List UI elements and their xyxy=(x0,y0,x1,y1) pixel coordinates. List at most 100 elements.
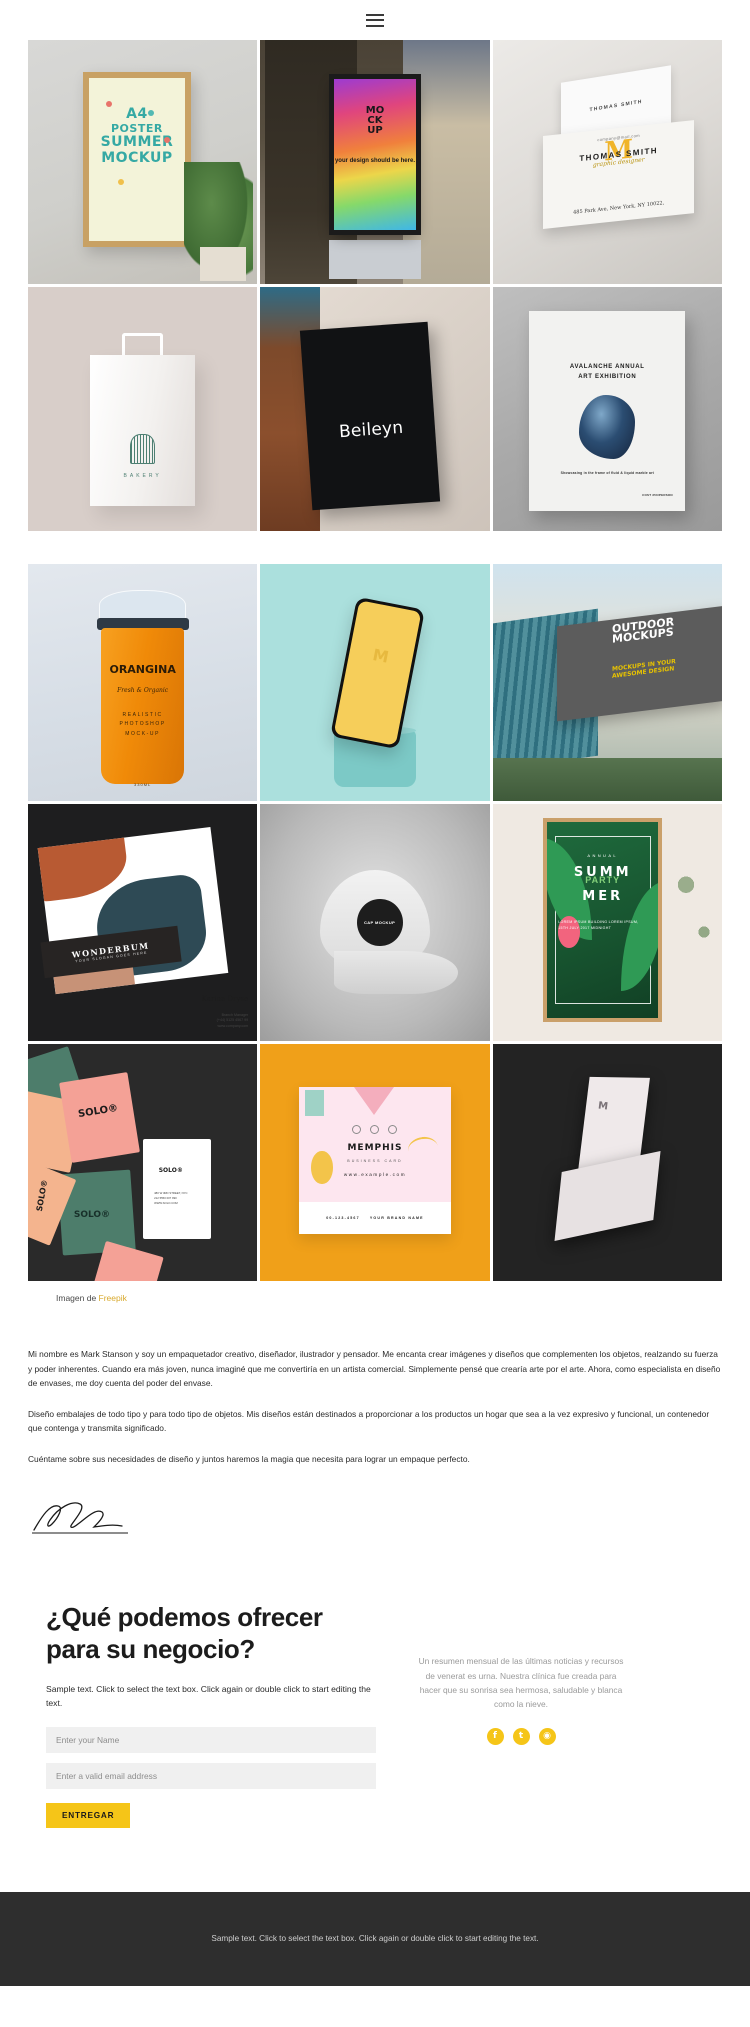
memphis-web: www.example.com xyxy=(343,1172,407,1178)
solo-card-white xyxy=(142,1138,212,1239)
memphis-phone: 00-123-4567 xyxy=(326,1215,360,1220)
liquid-marble-artwork xyxy=(579,395,636,460)
offer-heading-line-2: para su negocio? xyxy=(46,1633,255,1664)
cup-brand: ORANGINA xyxy=(109,663,176,677)
gallery-tile-dark-stationery[interactable]: M xyxy=(492,1044,722,1282)
billboard-title-3: UP xyxy=(367,124,383,136)
gallery-tile-bakery-bag[interactable]: BAKERY xyxy=(28,286,258,531)
screen-monogram: M xyxy=(371,644,391,667)
summer-annual: ANNUAL xyxy=(587,853,619,859)
gallery-tile-summer-poster[interactable]: ANNUAL SUMM PARTY MER LOREM IPSUM BUILDI… xyxy=(492,803,722,1042)
gallery-tile-cap-mockup[interactable]: CAP MOCKUP xyxy=(260,803,490,1042)
poster-sheet: AVALANCHE ANNUAL ART EXHIBITION Showcasi… xyxy=(529,311,686,512)
exhibition-title-1: AVALANCHE ANNUAL xyxy=(569,364,645,371)
instagram-icon[interactable]: ◉ xyxy=(538,1727,556,1745)
memphis-title: MEMPHIS xyxy=(347,1142,403,1153)
email-input[interactable] xyxy=(46,1763,376,1790)
cup-detail-1: REALISTIC xyxy=(122,711,163,718)
poster-line-2: POSTER xyxy=(111,121,163,135)
ground-decor xyxy=(492,758,722,801)
gallery-tile-wonderbum-cards[interactable]: WONDERBUM YOUR SLOGAN GOES HERE Karina D… xyxy=(28,803,258,1042)
gallery-tile-phone-podium[interactable]: M xyxy=(260,563,490,801)
freepik-link[interactable]: Freepik xyxy=(99,1293,127,1303)
gallery-tile-thomas-smith-card[interactable]: THOMAS SMITH company@mail.com M THOMAS S… xyxy=(492,40,722,284)
billboard-panel: MO CK UP your design should be here. xyxy=(333,79,417,231)
business-card-front: company@mail.com M THOMAS SMITH graphic … xyxy=(543,119,695,229)
paper-bag-body: BAKERY xyxy=(89,355,196,507)
cup-detail-2: PHOTOSHOP xyxy=(119,721,166,728)
exhibition-title: AVALANCHE ANNUAL ART EXHIBITION xyxy=(529,363,685,382)
offer-left-column: ¿Qué podemos ofrecer para su negocio? Sa… xyxy=(46,1602,376,1829)
solo-phone: 212 5550 007 990 xyxy=(154,1195,177,1200)
business-card-back-label: THOMAS SMITH xyxy=(589,98,643,114)
poster-line-1: A4 xyxy=(126,106,148,123)
wonderbum-web: www.company.com xyxy=(217,1023,249,1028)
hamburger-bar-2 xyxy=(366,19,384,21)
black-bag: Beileyn xyxy=(300,321,441,511)
gallery-tile-street-billboard[interactable]: MO CK UP your design should be here. xyxy=(260,40,490,284)
offer-section: ¿Qué podemos ofrecer para su negocio? Sa… xyxy=(0,1538,750,1829)
exhibition-price: COST 350/PERSON xyxy=(642,493,673,498)
gallery-tile-avalanche-poster[interactable]: AVALANCHE ANNUAL ART EXHIBITION Showcasi… xyxy=(492,286,722,531)
gallery-tile-outdoor-billboard[interactable]: OUTDOOR MOCKUPS MOCKUPS IN YOUR AWESOME … xyxy=(492,563,722,801)
footer-text: Sample text. Click to select the text bo… xyxy=(211,1934,539,1944)
cap-badge: CAP MOCKUP xyxy=(356,898,403,947)
solo-card-pink xyxy=(58,1072,140,1163)
cup-volume: 330ML xyxy=(134,781,152,787)
wonderbum-phone: (+44) 5125 4567 99 xyxy=(216,1018,249,1023)
memphis-card-footer: 00-123-4567 YOUR BRAND NAME xyxy=(299,1201,451,1234)
image-credit: Imagen de Freepik xyxy=(28,1281,722,1303)
credit-prefix: Imagen de xyxy=(56,1293,99,1304)
memphis-square-decor xyxy=(305,1089,324,1117)
poster-canvas: A4 POSTER SUMMER MOCKUP xyxy=(89,77,185,242)
cup-detail-3: MOCK-UP xyxy=(125,730,161,737)
cap-badge-text: CAP MOCKUP xyxy=(363,919,396,925)
grid-gap xyxy=(0,531,750,564)
offer-heading: ¿Qué podemos ofrecer para su negocio? xyxy=(46,1602,376,1665)
offer-lead-text: Sample text. Click to select the text bo… xyxy=(46,1684,371,1709)
gallery-tile-a4-poster[interactable]: A4 POSTER SUMMER MOCKUP xyxy=(28,40,258,284)
wonderbum-contact: Branch Manager (+44) 5125 4567 99 www.co… xyxy=(217,1013,248,1029)
cup-tagline: Fresh & Organic xyxy=(117,686,169,694)
exhibition-title-2: ART EXHIBITION xyxy=(578,373,637,380)
gallery-tile-orangina-cup[interactable]: ORANGINA Fresh & Organic REALISTIC PHOTO… xyxy=(28,563,258,801)
signature-mark xyxy=(32,1502,128,1534)
smartphone-device: M xyxy=(329,596,425,750)
phone-screen: M xyxy=(333,599,422,746)
poster-line-4: MOCKUP xyxy=(101,149,173,166)
eucalyptus-decor xyxy=(662,827,722,1018)
bakery-brand: BAKERY xyxy=(123,472,162,479)
gallery-tile-memphis-card[interactable]: MEMPHIS BUSINESS CARD www.example.com 00… xyxy=(260,1044,490,1282)
site-header xyxy=(0,0,750,40)
poster-frame: ANNUAL SUMM PARTY MER LOREM IPSUM BUILDI… xyxy=(543,818,663,1023)
gallery-tile-beileyn-bag[interactable]: Beileyn xyxy=(260,286,490,531)
submit-button[interactable]: ENTREGAR xyxy=(46,1803,131,1829)
poster-text: A4 POSTER SUMMER MOCKUP xyxy=(89,106,185,166)
social-links: f t ◉ xyxy=(416,1727,626,1745)
offer-aside-text: Un resumen mensual de las últimas notici… xyxy=(418,1656,624,1710)
mail-icon xyxy=(370,1125,380,1135)
twitter-icon[interactable]: t xyxy=(512,1727,530,1745)
cup-details: REALISTIC PHOTOSHOP MOCK-UP xyxy=(28,711,257,740)
summer-line-2: MER xyxy=(582,888,624,904)
name-input[interactable] xyxy=(46,1727,376,1754)
summer-party: PARTY xyxy=(585,875,621,885)
bakery-logo-icon xyxy=(129,433,156,464)
flat-card xyxy=(554,1150,661,1242)
wonderbum-role: Branch Manager xyxy=(221,1013,249,1018)
beachball-decor-icon xyxy=(106,100,113,107)
solo-web: WWW.SOLO.COM xyxy=(154,1200,178,1205)
signature-block xyxy=(0,1482,750,1538)
about-copy: Mi nombre es Mark Stanson y soy un empaq… xyxy=(0,1303,750,1466)
billboard-subtitle: your design should be here. xyxy=(334,157,415,164)
summer-poster-canvas: ANNUAL SUMM PARTY MER LOREM IPSUM BUILDI… xyxy=(547,822,659,1019)
hamburger-menu-icon[interactable] xyxy=(366,13,384,27)
facebook-icon[interactable]: f xyxy=(486,1727,504,1745)
gallery-tile-solo-cards[interactable]: SOLO® SOLO® SOLO® SOLO® 480 W 3RD STREET… xyxy=(28,1044,258,1282)
memphis-triangle-decor xyxy=(353,1086,394,1115)
memphis-brand: YOUR BRAND NAME xyxy=(369,1215,424,1220)
cap-brim xyxy=(333,950,458,994)
summer-details: LOREM IPSUM BUILDING LOREM IPSUM, 15TH J… xyxy=(558,920,639,930)
beachball-decor-icon xyxy=(163,136,170,143)
gallery-grid-two: ORANGINA Fresh & Organic REALISTIC PHOTO… xyxy=(0,563,750,1303)
